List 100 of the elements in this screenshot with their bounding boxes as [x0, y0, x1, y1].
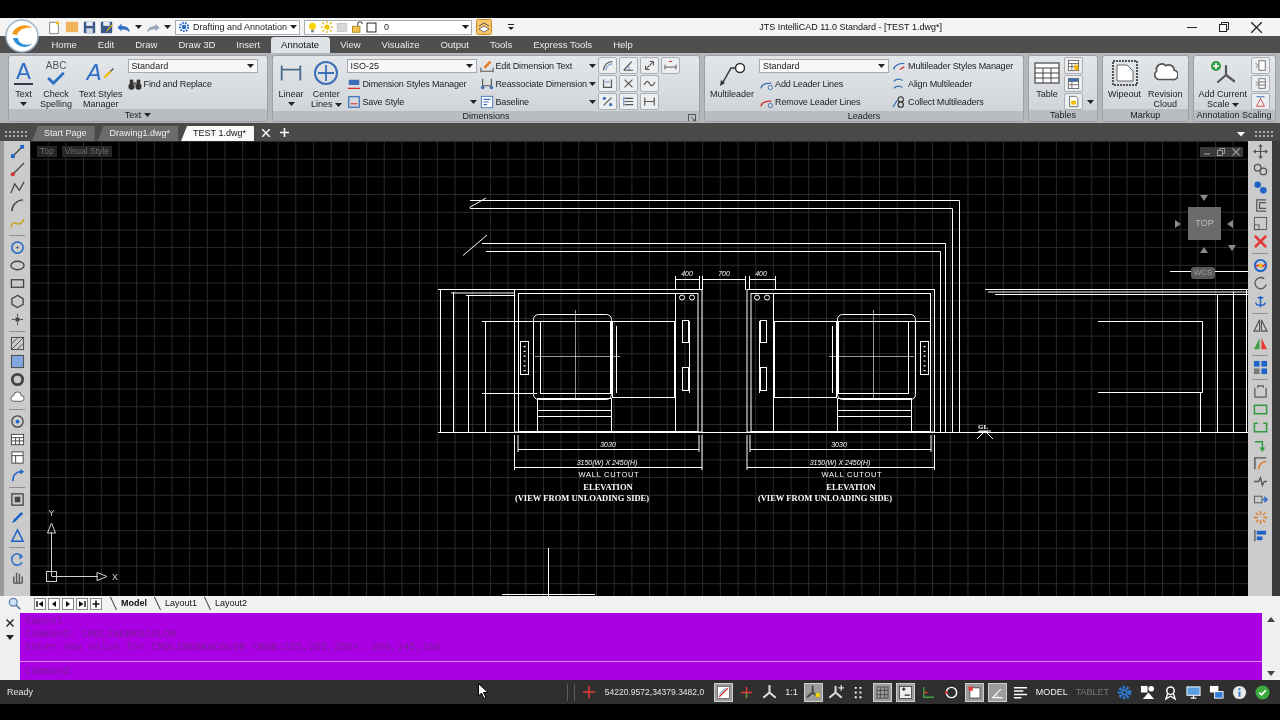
- caret-icon[interactable]: [469, 100, 477, 104]
- style-dropdown[interactable]: ISO-25: [346, 59, 477, 73]
- ribbon-button[interactable]: Find and Replace: [127, 75, 258, 93]
- caret-icon[interactable]: [135, 25, 142, 29]
- point-icon[interactable]: [9, 312, 25, 327]
- angle-icon[interactable]: [618, 57, 638, 74]
- ribbon-button[interactable]: ABC Check Spelling: [38, 57, 75, 109]
- tab-list-icon[interactable]: [1237, 132, 1245, 137]
- tray-icon[interactable]: [1252, 384, 1268, 399]
- ribbon-button[interactable]: Dimension Styles Manager: [346, 75, 477, 93]
- left-triangle-icon[interactable]: [1226, 220, 1234, 228]
- rotate-arrow-icon[interactable]: [9, 552, 25, 567]
- scroll-up-icon[interactable]: [1267, 617, 1275, 622]
- caret-icon[interactable]: [290, 25, 298, 29]
- angle-lines-icon[interactable]: [987, 682, 1007, 702]
- cloud-icon[interactable]: [9, 390, 25, 405]
- save-icon[interactable]: [83, 20, 96, 34]
- down-triangle-icon[interactable]: [1228, 244, 1236, 252]
- table-page-icon[interactable]: [1251, 75, 1271, 92]
- panel-title[interactable]: Text: [124, 109, 142, 121]
- triangle-icon[interactable]: [9, 528, 25, 543]
- layout-tab[interactable]: Layout2: [204, 597, 255, 610]
- magnifier-icon[interactable]: [8, 596, 22, 611]
- ribbon-button[interactable]: Edit Dimension Text: [479, 57, 596, 75]
- new-document-icon[interactable]: [47, 19, 61, 35]
- table-grid-icon[interactable]: [1064, 57, 1083, 74]
- status-toggle[interactable]: MODEL: [1035, 686, 1068, 698]
- ribbon-tab[interactable]: Visualize: [371, 37, 430, 53]
- ribbon-tab[interactable]: Draw 3D: [167, 37, 226, 53]
- line-dot-icon[interactable]: [9, 162, 25, 177]
- polyline-icon[interactable]: [9, 180, 25, 195]
- corner-icon[interactable]: [1252, 456, 1268, 471]
- ribbon-tab[interactable]: Express Tools: [522, 37, 603, 53]
- ribbon-tab[interactable]: Draw: [124, 37, 168, 53]
- caret-icon[interactable]: [20, 102, 28, 106]
- workspace-dropdown[interactable]: Drafting and Annotation: [175, 19, 301, 35]
- ribbon-tab[interactable]: Insert: [225, 37, 271, 53]
- framed-square-icon[interactable]: [9, 492, 25, 507]
- caret-icon[interactable]: [246, 64, 254, 68]
- ring-icon[interactable]: [9, 372, 25, 387]
- style-dropdown[interactable]: Standard: [127, 59, 258, 73]
- caret-icon[interactable]: [144, 113, 152, 117]
- two-dots-icon[interactable]: [1252, 180, 1268, 195]
- right-triangle-icon[interactable]: [1174, 220, 1182, 228]
- previous-icon[interactable]: [48, 597, 60, 610]
- orb-icon[interactable]: [1252, 258, 1268, 273]
- plus-minus-icon[interactable]: [895, 682, 915, 702]
- three-blade-sun-icon[interactable]: [803, 682, 823, 702]
- document-tab[interactable]: Drawing1.dwg*: [97, 126, 179, 141]
- check-circle-icon[interactable]: [1255, 684, 1270, 700]
- ribbon-tab[interactable]: Output: [429, 37, 480, 53]
- caret-icon[interactable]: [588, 64, 596, 68]
- shaded-square-icon[interactable]: [9, 354, 25, 369]
- ribbon-button[interactable]: Save Style: [346, 93, 477, 111]
- grid-icon[interactable]: [872, 682, 892, 702]
- down-triangle-icon[interactable]: [1200, 194, 1208, 202]
- anchor-icon[interactable]: [1252, 294, 1268, 309]
- layout-tab[interactable]: Layout1: [154, 597, 205, 610]
- lines-icon[interactable]: [1012, 684, 1028, 700]
- grip-icon[interactable]: [1255, 131, 1275, 137]
- document-tab[interactable]: Start Page: [32, 126, 95, 141]
- arc-icon[interactable]: [597, 57, 617, 74]
- layer-dropdown[interactable]: 0: [304, 19, 473, 35]
- document-tab[interactable]: TEST 1.dwg*: [181, 126, 254, 141]
- slash-dots-icon[interactable]: [597, 93, 617, 110]
- delete-icon[interactable]: [1252, 234, 1268, 249]
- ribbon-button[interactable]: Multileader: [708, 57, 757, 99]
- hatched-square-icon[interactable]: [9, 336, 25, 351]
- wave-icon[interactable]: [639, 75, 659, 92]
- four-squares-icon[interactable]: [1252, 360, 1268, 375]
- ribbon-button[interactable]: Add Leader Lines: [759, 75, 890, 93]
- block-icon[interactable]: [9, 450, 25, 465]
- caret-icon[interactable]: [287, 102, 295, 106]
- first-page-icon[interactable]: [34, 597, 46, 610]
- square-corner-icon[interactable]: [964, 682, 984, 702]
- close-icon[interactable]: [6, 619, 14, 627]
- stacked-lines-icon[interactable]: [618, 93, 638, 110]
- status-toggle[interactable]: 1:1: [785, 686, 798, 698]
- restore-icon[interactable]: [1219, 22, 1229, 32]
- badge-icon[interactable]: [1163, 684, 1178, 700]
- three-blade-icon[interactable]: [762, 684, 778, 700]
- shapes-icon[interactable]: [1140, 684, 1155, 700]
- ribbon-button[interactable]: Multileader Styles Manager: [892, 57, 1014, 75]
- ellipse-icon[interactable]: [9, 258, 25, 273]
- up-triangle-icon[interactable]: [1200, 246, 1208, 254]
- ribbon-tab[interactable]: Annotate: [270, 37, 330, 53]
- arc-icon[interactable]: [9, 198, 25, 213]
- caret-icon[interactable]: [334, 102, 342, 107]
- caret-icon[interactable]: [1087, 99, 1094, 104]
- framed-diagonal-icon[interactable]: [714, 682, 734, 702]
- ribbon-button[interactable]: A Text Styles Manager: [77, 57, 125, 109]
- ribbon-button[interactable]: Add Current Scale: [1196, 57, 1250, 109]
- three-blade-plus-icon[interactable]: [828, 684, 844, 700]
- grip-icon[interactable]: [5, 131, 27, 137]
- add-icon[interactable]: [90, 597, 102, 610]
- collapse-icon[interactable]: [6, 635, 14, 640]
- caret-icon[interactable]: [462, 25, 470, 29]
- customize-menu-icon[interactable]: [508, 24, 515, 30]
- pen-icon[interactable]: [9, 510, 25, 525]
- caret-icon[interactable]: [878, 64, 886, 68]
